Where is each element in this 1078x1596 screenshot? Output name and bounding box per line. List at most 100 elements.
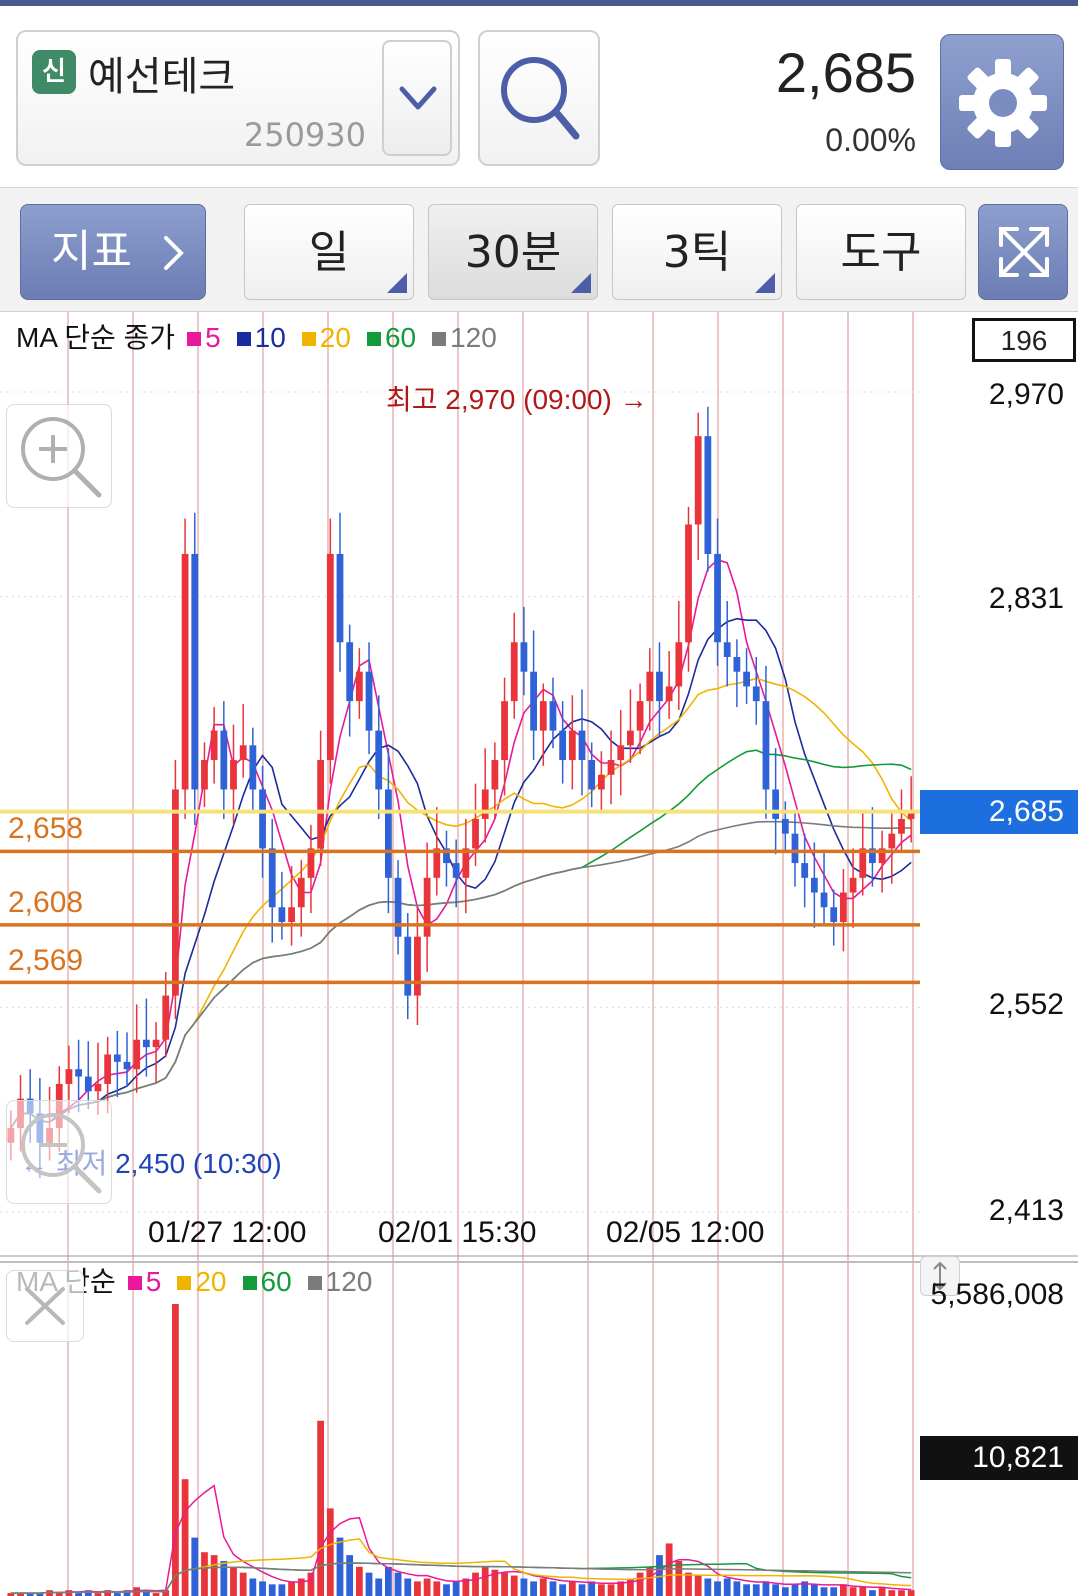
volume-bar xyxy=(423,1578,431,1596)
candle-body xyxy=(94,1083,102,1092)
period-30min-label: 30분 xyxy=(464,227,562,278)
candle-body xyxy=(259,789,266,849)
zoom-out-button[interactable] xyxy=(6,1100,112,1204)
stock-code: 250930 xyxy=(243,116,366,154)
legend-ma5: 5 xyxy=(205,322,221,353)
legend-ma60: 60 xyxy=(384,322,417,353)
volume-bar xyxy=(230,1566,237,1596)
volume-bar xyxy=(820,1587,828,1596)
visible-count-box[interactable]: 196 xyxy=(972,318,1076,362)
zoom-in-button[interactable] xyxy=(6,404,112,508)
candle-body xyxy=(627,730,634,746)
volume-bar xyxy=(326,1508,334,1596)
candle-body xyxy=(133,1039,141,1070)
legend-swatch-ma60 xyxy=(366,331,381,346)
fullscreen-button[interactable] xyxy=(978,204,1068,300)
y-axis-label: 2,970 xyxy=(988,378,1064,411)
volume-bar xyxy=(685,1572,692,1596)
period-30min-button[interactable]: 30분 xyxy=(428,204,598,300)
volume-bar xyxy=(840,1584,847,1596)
stock-selector[interactable]: 신 예선테크 250930 xyxy=(16,30,460,166)
zoom-in-icon xyxy=(21,417,102,498)
volume-bar xyxy=(675,1560,683,1596)
volume-bar xyxy=(433,1581,441,1596)
candle-body xyxy=(220,730,228,790)
indicator-button[interactable]: 지표 xyxy=(20,204,206,300)
volume-bar xyxy=(278,1584,286,1596)
close-indicator-button[interactable] xyxy=(6,1270,84,1342)
period-day-label: 일 xyxy=(308,227,350,278)
legend-swatch-vma60 xyxy=(242,1275,257,1290)
candle-body xyxy=(268,848,276,908)
volume-bar xyxy=(849,1587,857,1596)
volume-ma5-line xyxy=(10,1484,912,1594)
volume-bar xyxy=(791,1584,799,1596)
candle-body xyxy=(317,760,325,849)
candle-body xyxy=(830,907,838,922)
candle-body xyxy=(201,760,208,790)
settings-button[interactable] xyxy=(940,34,1064,170)
volume-bar xyxy=(646,1566,654,1596)
volume-bar xyxy=(636,1572,644,1596)
volume-bar xyxy=(898,1590,905,1596)
volume-bar xyxy=(355,1566,363,1596)
volume-bar xyxy=(781,1587,789,1596)
candle-body xyxy=(355,671,363,702)
stock-dropdown-button[interactable] xyxy=(382,40,452,156)
candle-body xyxy=(694,436,702,525)
volume-current-tag: 10,821 xyxy=(920,1436,1078,1480)
volume-bar xyxy=(830,1587,838,1596)
volume-bar xyxy=(375,1578,383,1596)
volume-bar xyxy=(239,1572,247,1596)
volume-bar xyxy=(317,1420,325,1596)
candle-body xyxy=(501,701,508,761)
candle-body xyxy=(365,671,373,731)
price-ma-legend: MA 단순 종가 5 10 20 60 120 xyxy=(16,316,501,356)
candle-body xyxy=(297,877,305,908)
tools-label: 도구 xyxy=(840,227,922,278)
volume-bar xyxy=(336,1537,344,1596)
y-axis-label: 2,552 xyxy=(988,988,1064,1021)
period-day-button[interactable]: 일 xyxy=(244,204,414,300)
candle-body xyxy=(801,863,809,878)
volume-bar xyxy=(907,1590,915,1596)
candle-body xyxy=(752,686,760,702)
volume-bar xyxy=(607,1584,615,1596)
volume-bar xyxy=(743,1584,750,1596)
volume-bar xyxy=(723,1578,731,1596)
search-icon xyxy=(501,57,580,140)
tools-button[interactable]: 도구 xyxy=(796,204,966,300)
candle-body xyxy=(772,789,780,819)
candlestick-chart[interactable] xyxy=(0,312,1078,1596)
candle-body xyxy=(288,907,295,922)
candle-body xyxy=(578,730,586,761)
volume-bar xyxy=(220,1560,228,1596)
volume-bar xyxy=(249,1578,257,1596)
period-tick-label: 3틱 xyxy=(662,227,732,278)
dropdown-corner-icon xyxy=(571,273,591,293)
candle-body xyxy=(849,877,857,893)
candle-body xyxy=(414,936,421,996)
candle-body xyxy=(65,1069,73,1084)
candle-body xyxy=(810,877,818,893)
price-change-percent: 0.00% xyxy=(825,122,916,158)
volume-bar xyxy=(714,1581,721,1596)
candle-body xyxy=(385,789,392,878)
candle-body xyxy=(510,642,518,702)
candle-body xyxy=(123,1061,131,1070)
search-button[interactable] xyxy=(478,30,600,166)
chart-area[interactable]: MA 단순 종가 5 10 20 60 120 196 2,970 2,831 2,552… xyxy=(0,312,1078,1596)
candle-body xyxy=(656,671,663,702)
dropdown-corner-icon xyxy=(755,273,775,293)
candle-body xyxy=(210,730,218,761)
volume-bar xyxy=(733,1581,741,1596)
candle-body xyxy=(539,701,547,731)
volume-bar xyxy=(181,1479,189,1596)
volume-bar xyxy=(549,1581,557,1596)
period-tick-button[interactable]: 3틱 xyxy=(612,204,782,300)
legend-swatch-ma120 xyxy=(432,331,447,346)
volume-bar xyxy=(568,1581,576,1596)
volume-bar xyxy=(752,1584,760,1596)
volume-bar xyxy=(588,1581,596,1596)
volume-bar xyxy=(472,1572,479,1596)
